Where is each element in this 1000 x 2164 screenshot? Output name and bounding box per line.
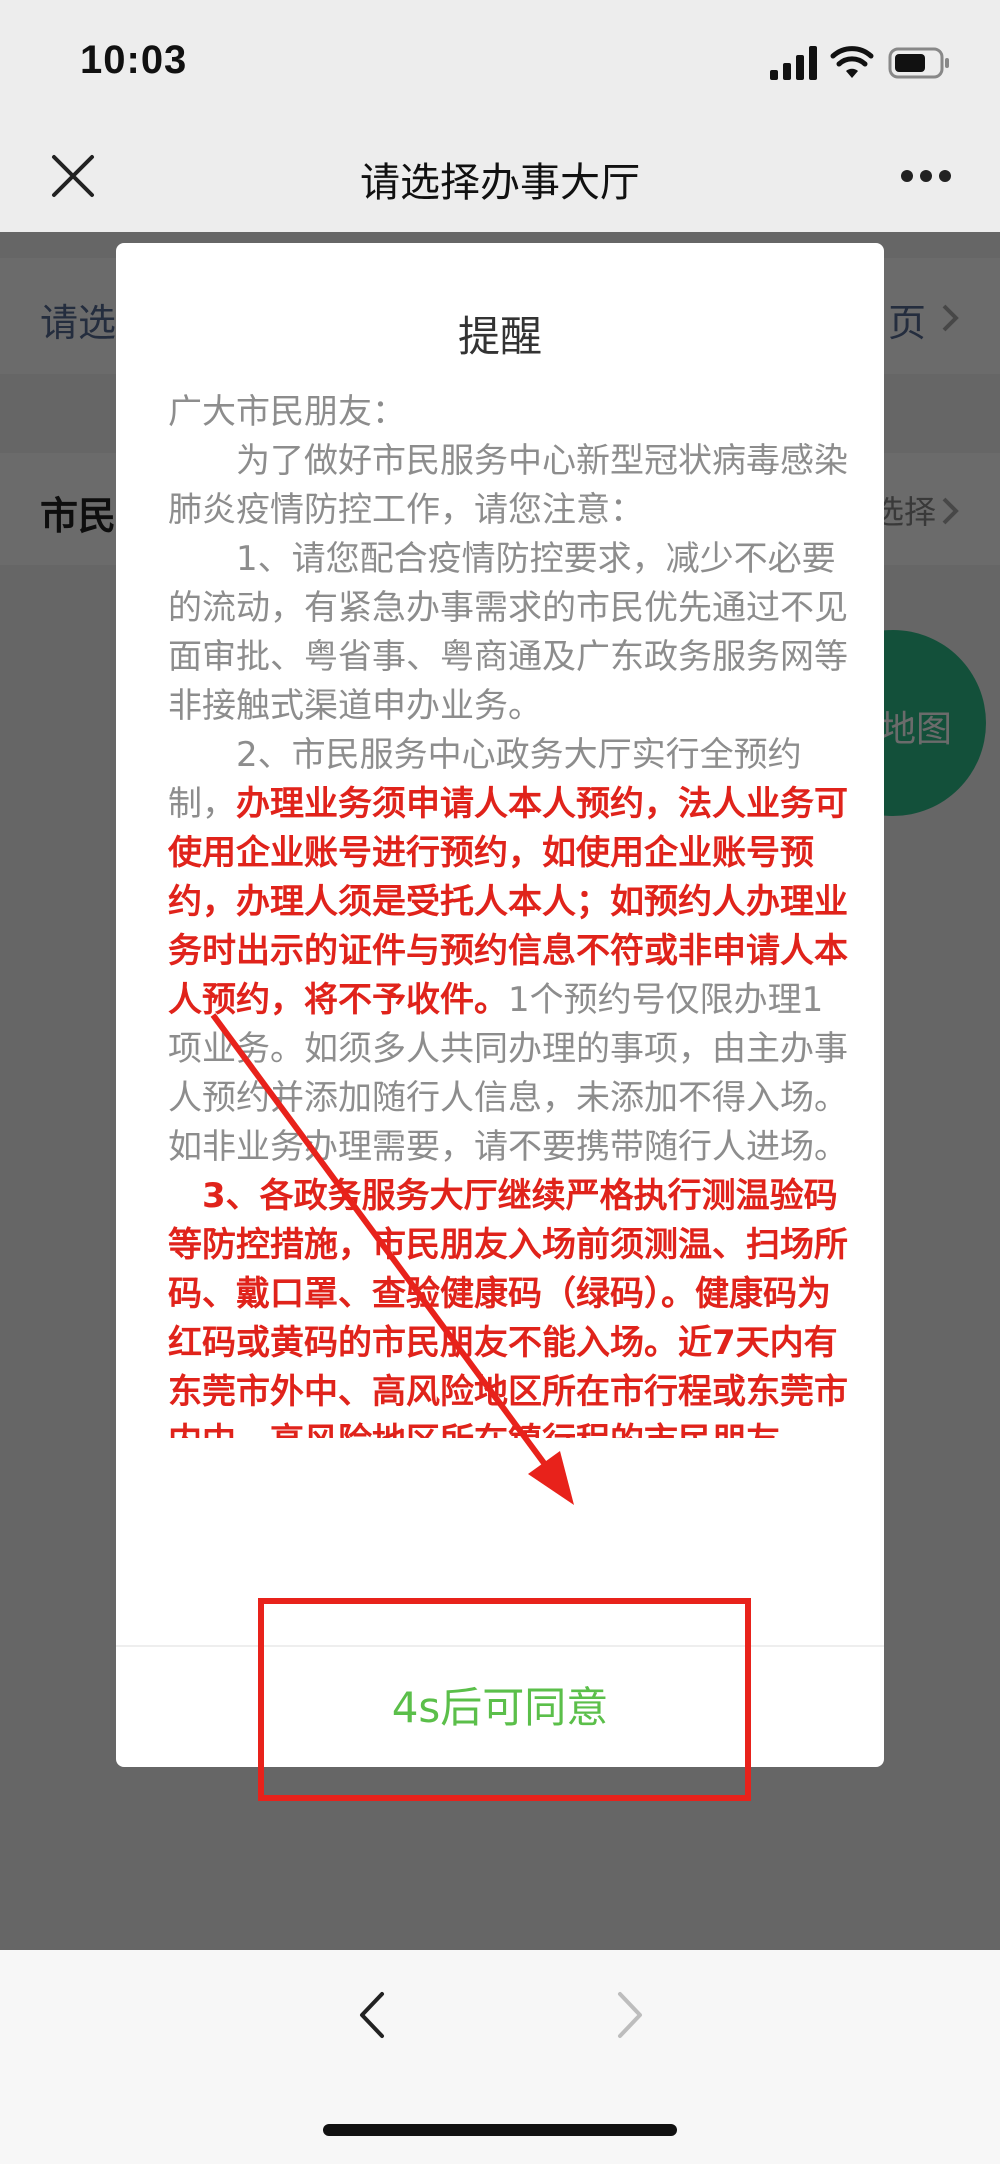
home-indicator[interactable]: [323, 2124, 677, 2136]
forward-arrow-icon[interactable]: [610, 1990, 650, 2040]
annotation-arrow: [210, 1013, 574, 1505]
annotation-highlight-box: [258, 1598, 751, 1801]
back-arrow-icon[interactable]: [352, 1990, 392, 2040]
annotation-overlay: [210, 1013, 751, 1801]
